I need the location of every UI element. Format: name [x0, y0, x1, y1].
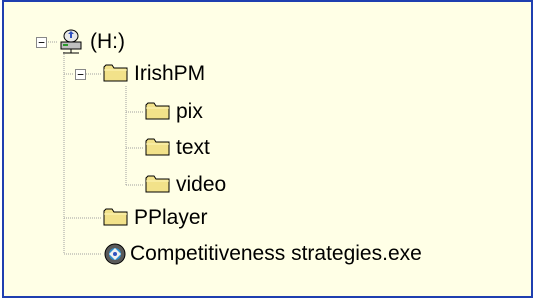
collapse-drive-h-button[interactable]: −: [36, 37, 47, 48]
collapse-irishpm-button[interactable]: −: [75, 69, 86, 80]
tree-node-exe[interactable]: Competitiveness strategies.exe: [128, 239, 424, 269]
drive-h-label: (H:): [90, 30, 125, 53]
tree-node-video[interactable]: video: [174, 170, 228, 200]
exe-label: Competitiveness strategies.exe: [130, 242, 422, 265]
tree-node-pix[interactable]: pix: [174, 97, 205, 127]
pix-label: pix: [176, 100, 203, 123]
tree-node-drive-h[interactable]: (H:): [88, 27, 127, 57]
folder-icon: [145, 102, 170, 120]
exe-icon: [104, 243, 126, 265]
folder-tree-panel: − (H:) − IrishPM pix text video PPlayer …: [2, 0, 533, 298]
text-label: text: [176, 136, 210, 159]
irishpm-label: IrishPM: [134, 62, 206, 85]
tree-node-irishpm[interactable]: IrishPM: [132, 59, 207, 89]
pplayer-label: PPlayer: [134, 206, 208, 229]
tree-node-text[interactable]: text: [174, 133, 212, 163]
video-label: video: [176, 173, 227, 196]
network-drive-icon: [60, 29, 82, 54]
folder-icon: [145, 138, 170, 156]
tree-node-pplayer[interactable]: PPlayer: [132, 203, 210, 233]
folder-icon: [103, 64, 128, 82]
folder-icon: [145, 175, 170, 193]
folder-icon: [103, 208, 128, 226]
